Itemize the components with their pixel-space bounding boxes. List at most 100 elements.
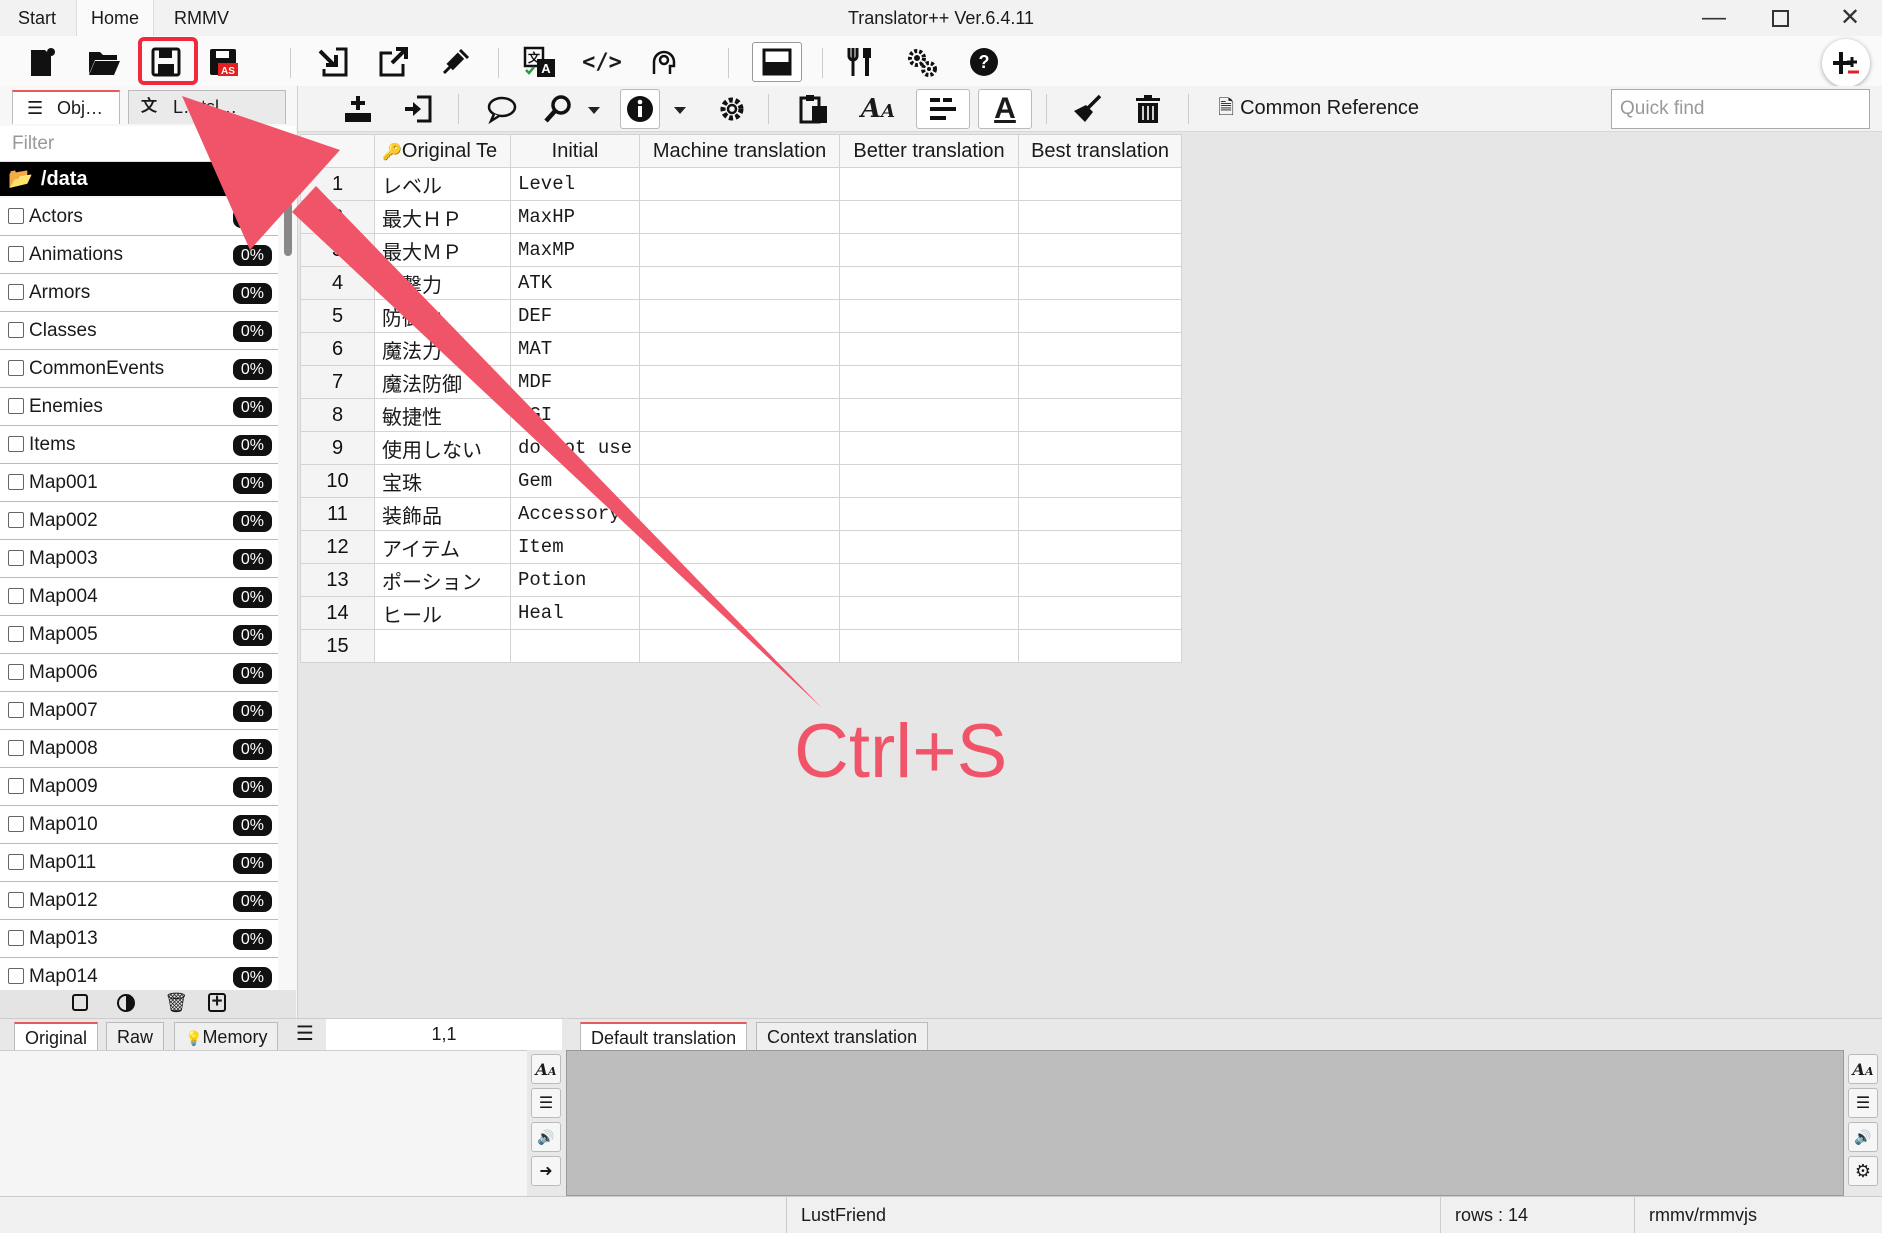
options-button[interactable]: [902, 42, 942, 82]
translation-text-editor[interactable]: [566, 1050, 1844, 1196]
object-row[interactable]: Map001 0%: [0, 464, 278, 502]
save-as-button[interactable]: AS: [204, 42, 244, 82]
cell-better-translation[interactable]: [839, 530, 1020, 564]
align-button[interactable]: [916, 89, 970, 129]
object-row[interactable]: Map003 0%: [0, 540, 278, 578]
scrollbar-thumb[interactable]: [284, 202, 292, 256]
object-row[interactable]: Animations 0%: [0, 236, 278, 274]
cell-initial[interactable]: do not use: [509, 431, 641, 465]
cell-machine-translation[interactable]: [639, 200, 841, 234]
cell-machine-translation[interactable]: [639, 629, 841, 663]
object-checkbox[interactable]: [8, 246, 24, 262]
select-none-icon[interactable]: [72, 994, 88, 1011]
object-checkbox[interactable]: [8, 740, 24, 756]
object-checkbox[interactable]: [8, 322, 24, 338]
tab-default-translation[interactable]: Default translation: [580, 1022, 748, 1051]
cell-initial[interactable]: Accessory: [509, 497, 641, 531]
object-checkbox[interactable]: [8, 854, 24, 870]
info-button[interactable]: [620, 89, 660, 129]
cell-better-translation[interactable]: [839, 398, 1020, 432]
menu-tab-rmmv[interactable]: RMMV: [160, 0, 243, 36]
tab-translator[interactable]: 文 L…tsl…: [128, 90, 286, 124]
cell-best-translation[interactable]: [1018, 365, 1183, 399]
close-window-button[interactable]: ✕: [1820, 0, 1880, 36]
font-size-button[interactable]: AA: [1848, 1054, 1878, 1084]
object-checkbox[interactable]: [8, 626, 24, 642]
table-row[interactable]: 13 ポーション Potion: [300, 563, 1183, 597]
object-checkbox[interactable]: [8, 588, 24, 604]
cell-machine-translation[interactable]: [639, 365, 841, 399]
object-row[interactable]: Actors 0%: [0, 198, 278, 236]
menu-tab-start[interactable]: Start: [4, 0, 70, 36]
cell-better-translation[interactable]: [839, 563, 1020, 597]
cell-better-translation[interactable]: [839, 464, 1020, 498]
cell-initial[interactable]: MaxMP: [509, 233, 641, 267]
cell-original[interactable]: 最大ＭＰ: [374, 233, 511, 267]
cell-better-translation[interactable]: [839, 431, 1020, 465]
cell-initial[interactable]: MAT: [509, 332, 641, 366]
cell-original[interactable]: 最大ＨＰ: [374, 200, 511, 234]
cell-initial[interactable]: DEF: [509, 299, 641, 333]
object-checkbox[interactable]: [8, 702, 24, 718]
font-button[interactable]: AA: [858, 89, 898, 129]
tools-button[interactable]: [840, 42, 880, 82]
object-row[interactable]: Map007 0%: [0, 692, 278, 730]
cell-original[interactable]: アイテム: [374, 530, 511, 564]
cell-initial[interactable]: ATK: [509, 266, 641, 300]
search-button[interactable]: [538, 89, 578, 129]
cell-better-translation[interactable]: [839, 233, 1020, 267]
go-to-button[interactable]: [398, 89, 438, 129]
cell-better-translation[interactable]: [839, 332, 1020, 366]
object-row[interactable]: Map012 0%: [0, 882, 278, 920]
object-row[interactable]: Map004 0%: [0, 578, 278, 616]
object-row[interactable]: Map010 0%: [0, 806, 278, 844]
help-button[interactable]: ?: [964, 42, 1004, 82]
cell-best-translation[interactable]: [1018, 398, 1183, 432]
table-row[interactable]: 4 攻撃力 ATK: [300, 266, 1183, 300]
cell-original[interactable]: 魔法防御: [374, 365, 511, 399]
table-row[interactable]: 1 レベル Level: [300, 167, 1183, 201]
cell-initial[interactable]: AGI: [509, 398, 641, 432]
table-row[interactable]: 7 魔法防御 MDF: [300, 365, 1183, 399]
column-header-original[interactable]: 🔑Original Te: [374, 134, 511, 168]
cell-machine-translation[interactable]: [639, 167, 841, 201]
cell-original[interactable]: ヒール: [374, 596, 511, 630]
tab-memory[interactable]: 💡Memory: [174, 1022, 279, 1051]
add-button[interactable]: [1822, 39, 1870, 87]
object-row[interactable]: Classes 0%: [0, 312, 278, 350]
cell-original[interactable]: 宝珠: [374, 464, 511, 498]
object-row[interactable]: Enemies 0%: [0, 388, 278, 426]
tab-original[interactable]: Original: [14, 1022, 99, 1051]
column-header-machine[interactable]: Machine translation: [639, 134, 841, 168]
list-icon[interactable]: ☰: [296, 1021, 314, 1046]
cell-original[interactable]: ポーション: [374, 563, 511, 597]
object-checkbox[interactable]: [8, 436, 24, 452]
cell-best-translation[interactable]: [1018, 464, 1183, 498]
cell-original[interactable]: 装飾品: [374, 497, 511, 531]
filter-input[interactable]: Filter: [0, 126, 296, 162]
minimize-button[interactable]: —: [1684, 0, 1744, 36]
cell-best-translation[interactable]: [1018, 497, 1183, 531]
object-row[interactable]: Map002 0%: [0, 502, 278, 540]
invert-selection-icon[interactable]: [116, 993, 136, 1013]
cell-machine-translation[interactable]: [639, 497, 841, 531]
table-row[interactable]: 3 最大ＭＰ MaxMP: [300, 233, 1183, 267]
cell-machine-translation[interactable]: [639, 299, 841, 333]
object-checkbox[interactable]: [8, 816, 24, 832]
object-row[interactable]: Map011 0%: [0, 844, 278, 882]
quick-find-input[interactable]: [1611, 89, 1870, 129]
table-row[interactable]: 11 装飾品 Accessory: [300, 497, 1183, 531]
object-checkbox[interactable]: [8, 208, 24, 224]
table-row[interactable]: 6 魔法力 MAT: [300, 332, 1183, 366]
cell-best-translation[interactable]: [1018, 563, 1183, 597]
export-button[interactable]: [374, 42, 414, 82]
info-dropdown-icon[interactable]: [674, 107, 686, 114]
cell-initial[interactable]: Heal: [509, 596, 641, 630]
cell-best-translation[interactable]: [1018, 431, 1183, 465]
tab-raw[interactable]: Raw: [106, 1022, 165, 1051]
cell-original[interactable]: [374, 629, 511, 663]
align-text-button[interactable]: ☰: [531, 1088, 561, 1118]
table-row[interactable]: 15: [300, 629, 1183, 663]
column-header-initial[interactable]: Initial: [509, 134, 641, 168]
script-editor-button[interactable]: </>: [582, 42, 622, 82]
